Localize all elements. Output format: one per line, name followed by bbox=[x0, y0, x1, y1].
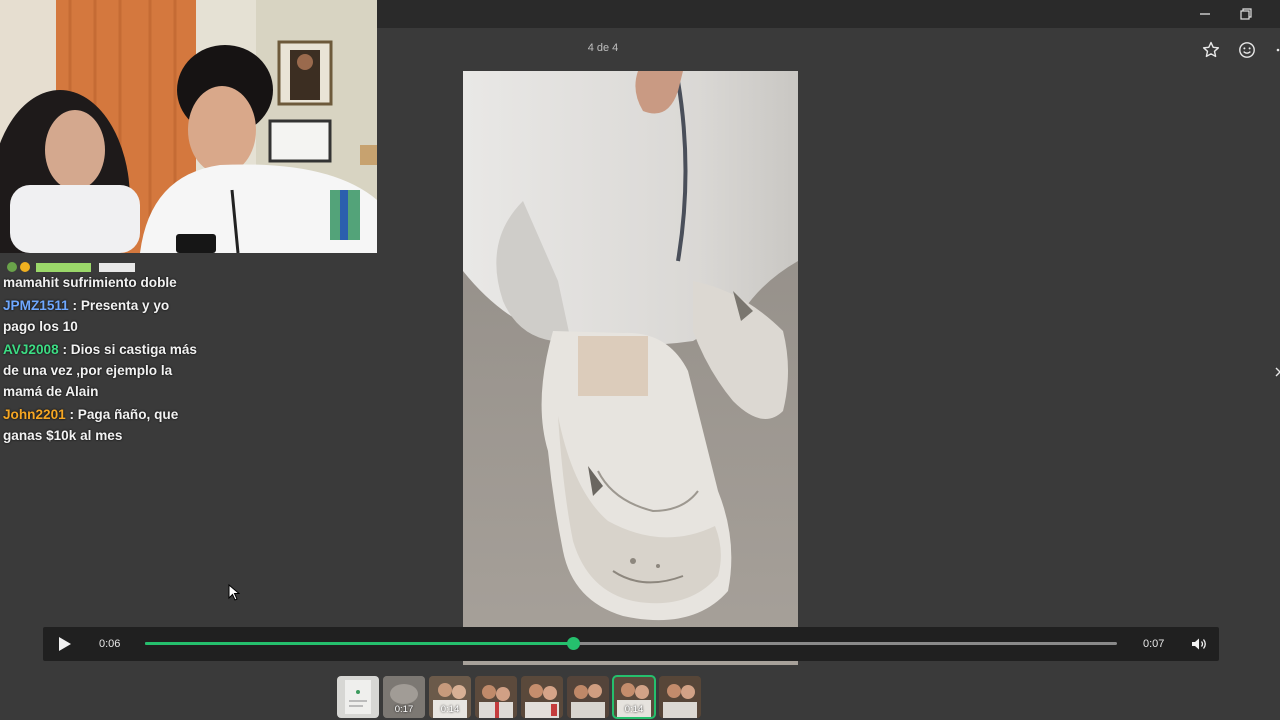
media-image bbox=[463, 71, 798, 665]
chat-overlay: mamahit sufrimiento doble JPMZ1511 : Pre… bbox=[0, 262, 200, 448]
thumbnail[interactable]: 0:17 bbox=[383, 676, 425, 718]
thumbnail[interactable] bbox=[475, 676, 517, 718]
thumbnail-duration: 0:14 bbox=[440, 704, 460, 715]
chat-message: AVJ2008 : Dios si castiga más de una vez… bbox=[0, 339, 200, 402]
more-dots-icon[interactable] bbox=[1270, 40, 1280, 60]
seek-bar[interactable] bbox=[145, 637, 1117, 650]
volume-icon[interactable] bbox=[1190, 635, 1208, 653]
thumbnail[interactable]: 0:14 bbox=[429, 676, 471, 718]
thumbnail[interactable] bbox=[521, 676, 563, 718]
video-controls: 0:06 0:07 bbox=[43, 627, 1219, 661]
chat-message: mamahit sufrimiento doble bbox=[0, 254, 200, 293]
chat-partial-line bbox=[3, 254, 200, 272]
chat-username: JPMZ1511 bbox=[3, 298, 69, 313]
media-counter: 4 de 4 bbox=[587, 42, 619, 54]
chat-message-text: mamahit sufrimiento doble bbox=[3, 275, 177, 290]
play-icon[interactable] bbox=[55, 635, 73, 653]
thumbnail-duration: 0:14 bbox=[624, 704, 644, 715]
chat-message: JPMZ1511 : Presenta y yo pago los 10 bbox=[0, 295, 200, 337]
chat-username: John2201 bbox=[3, 407, 66, 422]
mouse-cursor-icon bbox=[228, 583, 241, 607]
restore-icon[interactable] bbox=[1234, 4, 1256, 24]
seek-progress bbox=[145, 642, 573, 645]
chat-username: AVJ2008 bbox=[3, 342, 59, 357]
total-time: 0:07 bbox=[1143, 638, 1165, 650]
seek-handle[interactable] bbox=[566, 637, 580, 650]
minimize-icon[interactable] bbox=[1194, 4, 1216, 24]
thumbnail-duration: 0:17 bbox=[394, 704, 414, 715]
thumbnail-active[interactable]: 0:14 bbox=[612, 675, 656, 719]
thumbnail[interactable] bbox=[567, 676, 609, 718]
thumbnail[interactable] bbox=[659, 676, 701, 718]
thumbnail[interactable] bbox=[337, 676, 379, 718]
current-time: 0:06 bbox=[99, 638, 121, 650]
chat-message: John2201 : Paga ñaño, que ganas $10k al … bbox=[0, 404, 200, 446]
star-icon[interactable] bbox=[1201, 40, 1221, 60]
chevron-right-icon[interactable] bbox=[1272, 362, 1280, 382]
webcam-overlay bbox=[0, 0, 377, 253]
smiley-icon[interactable] bbox=[1237, 40, 1257, 60]
